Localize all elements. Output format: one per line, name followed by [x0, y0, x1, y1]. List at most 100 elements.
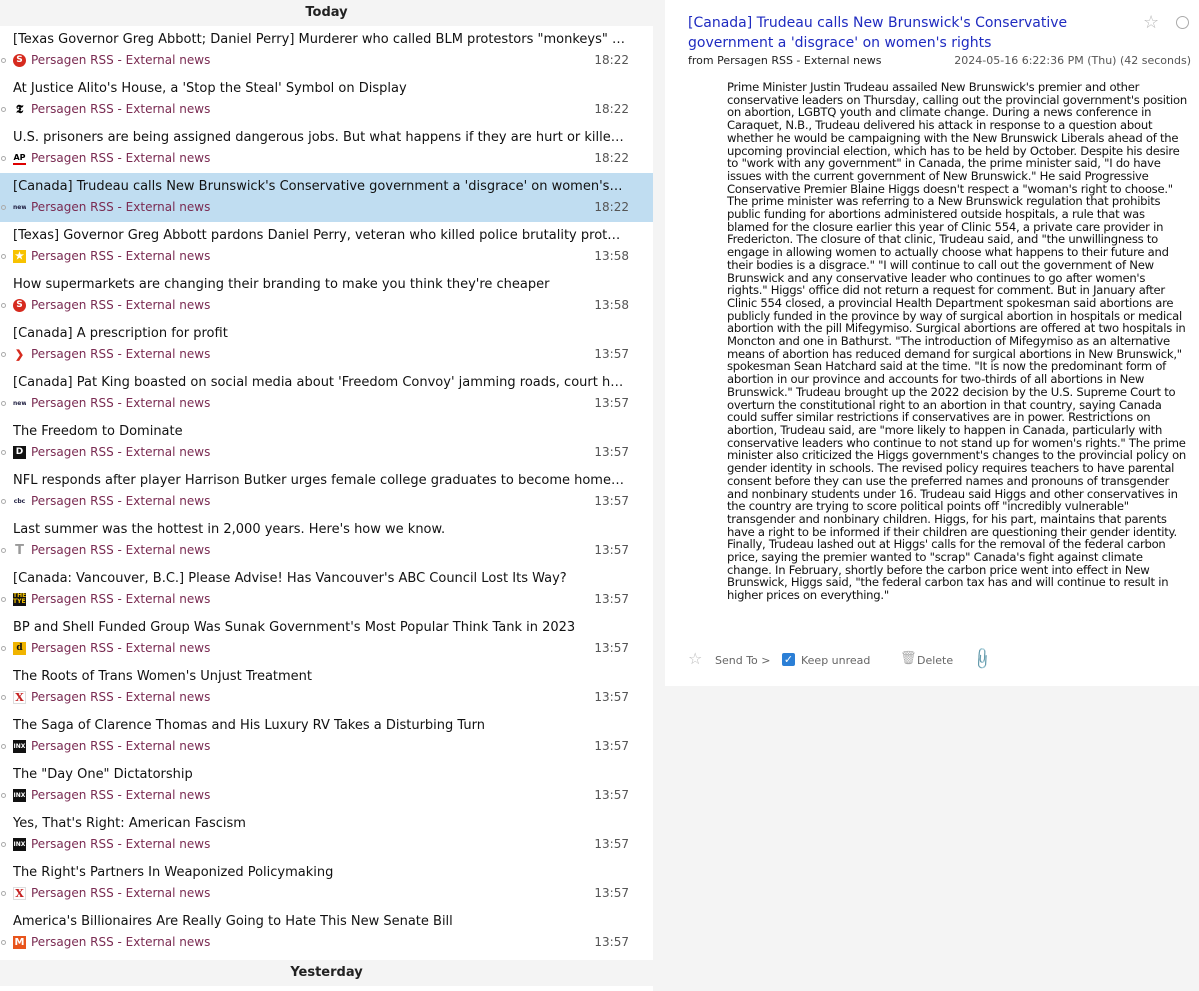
read-status-dot-icon[interactable] — [1, 58, 6, 63]
star-badge-icon: ★ — [13, 250, 26, 263]
message-source: Persagen RSS - External news — [31, 886, 211, 900]
message-time: 13:57 — [594, 837, 629, 851]
inx-icon: INX — [13, 789, 26, 802]
message-row[interactable]: [Canada] Trudeau calls New Brunswick's C… — [0, 173, 653, 222]
message-source: Persagen RSS - External news — [31, 494, 211, 508]
news-icon: news — [13, 204, 26, 211]
read-status-dot-icon[interactable] — [1, 401, 6, 406]
star-icon[interactable]: ☆ — [1143, 12, 1159, 33]
read-status-dot-icon[interactable] — [1, 842, 6, 847]
red-circle-s-icon: S — [13, 299, 26, 312]
message-row[interactable]: The Freedom to Dominate D Persagen RSS - E… — [0, 418, 653, 467]
message-row[interactable]: Last summer was the hottest in 2,000 yea… — [0, 516, 653, 565]
red-chevron-icon: ❯ — [14, 348, 25, 361]
keep-unread-label[interactable]: Keep unread — [801, 654, 870, 667]
t-logo-icon: T — [15, 544, 24, 557]
message-title: The Saga of Clarence Thomas and His Luxu… — [13, 718, 485, 733]
read-status-dot-icon[interactable] — [1, 450, 6, 455]
message-title: [Canada] Trudeau calls New Brunswick's C… — [13, 179, 625, 194]
message-title: At Justice Alito's House, a 'Stop the St… — [13, 81, 407, 96]
favorite-star-icon[interactable]: ☆ — [688, 649, 702, 668]
x-logo-icon: X — [13, 691, 26, 704]
inx-icon: INX — [13, 838, 26, 851]
message-time: 13:57 — [594, 396, 629, 410]
message-row[interactable]: [Texas Governor Greg Abbott; Daniel Perr… — [0, 26, 653, 75]
reader-card: [Canada] Trudeau calls New Brunswick's C… — [665, 0, 1199, 686]
message-time: 13:57 — [594, 543, 629, 557]
message-row[interactable]: The Right's Partners In Weaponized Polic… — [0, 859, 653, 908]
message-title: U.S. prisoners are being assigned danger… — [13, 130, 625, 145]
read-status-dot-icon[interactable] — [1, 646, 6, 651]
message-row[interactable]: How supermarkets are changing their bran… — [0, 271, 653, 320]
message-time: 13:57 — [594, 739, 629, 753]
message-source: Persagen RSS - External news — [31, 396, 211, 410]
message-source: Persagen RSS - External news — [31, 53, 211, 67]
read-status-dot-icon[interactable] — [1, 156, 6, 161]
message-row[interactable]: The "Day One" Dictatorship INX Persagen RS… — [0, 761, 653, 810]
read-status-icon[interactable] — [1176, 16, 1189, 29]
reader-pane: [Canada] Trudeau calls New Brunswick's C… — [653, 0, 1199, 991]
message-source: Persagen RSS - External news — [31, 592, 211, 606]
paperclip-icon[interactable]: 📎 — [969, 646, 995, 672]
message-row[interactable]: Yes, That's Right: American Fascism INX Pe… — [0, 810, 653, 859]
message-title: The Roots of Trans Women's Unjust Treatm… — [13, 669, 312, 684]
desmog-icon: d — [13, 642, 26, 655]
message-title: [Texas Governor Greg Abbott; Daniel Perr… — [13, 32, 625, 47]
read-status-dot-icon[interactable] — [1, 940, 6, 945]
message-title: [Canada] A prescription for profit — [13, 326, 228, 341]
message-row[interactable]: The Roots of Trans Women's Unjust Treatm… — [0, 663, 653, 712]
message-time: 13:57 — [594, 641, 629, 655]
read-status-dot-icon[interactable] — [1, 695, 6, 700]
read-status-dot-icon[interactable] — [1, 891, 6, 896]
read-status-dot-icon[interactable] — [1, 744, 6, 749]
group-header-yesterday: Yesterday — [0, 960, 653, 986]
message-row[interactable]: [Texas] Governor Greg Abbott pardons Dan… — [0, 222, 653, 271]
message-time: 13:57 — [594, 690, 629, 704]
read-status-dot-icon[interactable] — [1, 793, 6, 798]
message-title: The Right's Partners In Weaponized Polic… — [13, 865, 334, 880]
read-status-dot-icon[interactable] — [1, 352, 6, 357]
read-status-dot-icon[interactable] — [1, 597, 6, 602]
delete-button[interactable]: Delete — [917, 654, 953, 667]
message-row[interactable]: At Justice Alito's House, a 'Stop the St… — [0, 75, 653, 124]
read-status-dot-icon[interactable] — [1, 303, 6, 308]
message-time: 13:58 — [594, 298, 629, 312]
message-source: Persagen RSS - External news — [31, 445, 211, 459]
send-to-button[interactable]: Send To > — [715, 654, 771, 667]
message-source: Persagen RSS - External news — [31, 298, 211, 312]
message-time: 18:22 — [594, 53, 629, 67]
message-source: Persagen RSS - External news — [31, 102, 211, 116]
message-row[interactable]: NFL responds after player Harrison Butke… — [0, 467, 653, 516]
message-row[interactable]: America's Billionaires Are Really Going … — [0, 908, 653, 957]
red-circle-s-icon: S — [13, 54, 26, 67]
message-row[interactable]: [Canada] Pat King boasted on social medi… — [0, 369, 653, 418]
message-source: Persagen RSS - External news — [31, 200, 211, 214]
message-title: How supermarkets are changing their bran… — [13, 277, 550, 292]
nyt-icon: 𝕿 — [15, 103, 24, 116]
article-body: Prime Minister Justin Trudeau assailed N… — [727, 80, 1187, 603]
read-status-dot-icon[interactable] — [1, 254, 6, 259]
keep-unread-checkbox[interactable]: ✓ — [782, 653, 795, 666]
message-row[interactable]: [Canada: Vancouver, B.C.] Please Advise!… — [0, 565, 653, 614]
message-source: Persagen RSS - External news — [31, 249, 211, 263]
read-status-dot-icon[interactable] — [1, 205, 6, 210]
article-title-link[interactable]: [Canada] Trudeau calls New Brunswick's C… — [688, 13, 1078, 53]
message-row[interactable]: BP and Shell Funded Group Was Sunak Gove… — [0, 614, 653, 663]
read-status-dot-icon[interactable] — [1, 499, 6, 504]
message-title: [Canada: Vancouver, B.C.] Please Advise!… — [13, 571, 567, 586]
message-title: [Canada] Pat King boasted on social medi… — [13, 375, 625, 390]
message-source: Persagen RSS - External news — [31, 837, 211, 851]
read-status-dot-icon[interactable] — [1, 107, 6, 112]
message-row[interactable]: The Saga of Clarence Thomas and His Luxu… — [0, 712, 653, 761]
read-status-dot-icon[interactable] — [1, 548, 6, 553]
message-source: Persagen RSS - External news — [31, 641, 211, 655]
message-row[interactable]: U.S. prisoners are being assigned danger… — [0, 124, 653, 173]
message-time: 13:57 — [594, 592, 629, 606]
message-title: BP and Shell Funded Group Was Sunak Gove… — [13, 620, 576, 635]
trash-icon[interactable]: 🗑 — [900, 651, 917, 666]
list-bottom-strip — [0, 986, 653, 991]
message-row[interactable]: [Canada] A prescription for profit ❯ Persa… — [0, 320, 653, 369]
tyee-icon: THE TYEE — [13, 593, 26, 606]
message-source: Persagen RSS - External news — [31, 347, 211, 361]
message-list-pane: Today [Texas Governor Greg Abbott; Danie… — [0, 0, 653, 991]
